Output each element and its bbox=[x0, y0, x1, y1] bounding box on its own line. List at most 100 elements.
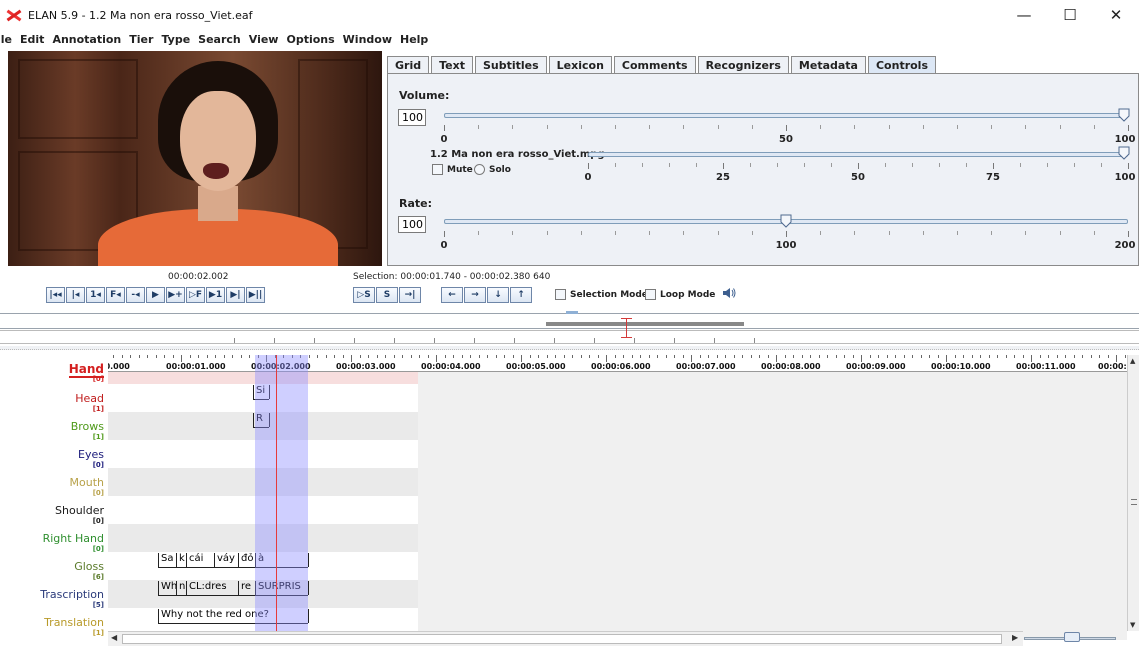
next-scrollview-button[interactable]: ▶| bbox=[226, 287, 245, 303]
tier-label-right-hand[interactable]: Right Hand [0] bbox=[43, 533, 104, 554]
go-to-selection-boundary-button[interactable]: →| bbox=[399, 287, 421, 303]
previous-annotation-button[interactable]: ← bbox=[441, 287, 463, 303]
annotation-gloss[interactable]: Sa bbox=[158, 553, 176, 567]
ruler-tick bbox=[903, 355, 905, 358]
overview-range-bar[interactable] bbox=[546, 322, 744, 326]
previous-second-button[interactable]: 1◂ bbox=[86, 287, 105, 303]
zoom-slider-thumb[interactable] bbox=[1064, 632, 1080, 642]
go-to-begin-button[interactable]: |◂◂ bbox=[46, 287, 65, 303]
close-button[interactable]: ✕ bbox=[1093, 0, 1139, 30]
annotation-transcription[interactable]: Wh bbox=[158, 581, 176, 595]
ruler-tick bbox=[521, 355, 522, 362]
menu-options[interactable]: Options bbox=[286, 33, 334, 46]
overview-ruler[interactable] bbox=[0, 330, 1139, 344]
tier-label-brows[interactable]: Brows [1] bbox=[71, 421, 104, 442]
tier-label-shoulder[interactable]: Shoulder [0] bbox=[55, 505, 104, 526]
menu-file[interactable]: ile bbox=[0, 33, 12, 46]
loop-mode-checkbox[interactable] bbox=[645, 289, 656, 300]
menu-window[interactable]: Window bbox=[343, 33, 392, 46]
volume-slider-thumb[interactable] bbox=[1118, 108, 1130, 122]
scroll-right-icon[interactable]: ▶ bbox=[1012, 633, 1018, 642]
tab-metadata[interactable]: Metadata bbox=[790, 56, 866, 73]
menu-type[interactable]: Type bbox=[161, 33, 190, 46]
menu-tier[interactable]: Tier bbox=[129, 33, 153, 46]
rate-tick-label: 200 bbox=[1114, 240, 1136, 251]
annotation-gloss[interactable]: đỏ bbox=[238, 553, 255, 567]
next-second-button[interactable]: ▶1 bbox=[206, 287, 225, 303]
menu-annotation[interactable]: Annotation bbox=[52, 33, 121, 46]
go-to-end-button[interactable]: ▶|| bbox=[246, 287, 265, 303]
media-volume-track[interactable] bbox=[588, 152, 1128, 157]
scroll-up-icon[interactable]: ▲ bbox=[1130, 357, 1138, 365]
clear-selection-button[interactable]: S bbox=[376, 287, 398, 303]
play-button[interactable]: ▶ bbox=[146, 287, 165, 303]
tier-label-head[interactable]: Head [1] bbox=[75, 393, 104, 414]
horizontal-scroll-thumb[interactable] bbox=[122, 634, 1002, 644]
menu-edit[interactable]: Edit bbox=[20, 33, 44, 46]
tab-text[interactable]: Text bbox=[431, 56, 473, 73]
volume-tick-label: 50 bbox=[779, 134, 793, 145]
speaker-icon[interactable] bbox=[722, 287, 736, 299]
mute-checkbox[interactable] bbox=[432, 164, 443, 175]
tab-lexicon[interactable]: Lexicon bbox=[548, 56, 612, 73]
next-annotation-button[interactable]: → bbox=[464, 287, 486, 303]
annotation-above-button[interactable]: ↑ bbox=[510, 287, 532, 303]
tier-label-transcription[interactable]: Trascription [5] bbox=[40, 589, 104, 610]
next-pixel-button[interactable]: ▶+ bbox=[166, 287, 185, 303]
tab-grid[interactable]: Grid bbox=[387, 56, 430, 73]
scroll-down-icon[interactable]: ▼ bbox=[1130, 621, 1138, 629]
video-viewer[interactable] bbox=[8, 51, 382, 266]
ruler-tick bbox=[1082, 355, 1083, 358]
annotation-transcription[interactable]: re bbox=[238, 581, 255, 595]
tier-label-eyes[interactable]: Eyes [0] bbox=[78, 449, 104, 470]
volume-value-field[interactable]: 100 bbox=[398, 109, 426, 126]
previous-pixel-button[interactable]: -◂ bbox=[126, 287, 145, 303]
tier-label-hand[interactable]: Hand [0] bbox=[68, 362, 104, 383]
selection-region[interactable] bbox=[255, 355, 308, 640]
menu-view[interactable]: View bbox=[249, 33, 279, 46]
tab-subtitles[interactable]: Subtitles bbox=[474, 56, 547, 73]
rate-value-field[interactable]: 100 bbox=[398, 216, 426, 233]
splitter-grip[interactable] bbox=[566, 311, 578, 314]
elan-logo-icon bbox=[6, 7, 22, 23]
annotation-gloss[interactable]: k bbox=[176, 553, 186, 567]
ruler-tick bbox=[716, 355, 718, 358]
tier-label-translation[interactable]: Translation [1] bbox=[44, 617, 104, 638]
tab-comments[interactable]: Comments bbox=[613, 56, 696, 73]
maximize-button[interactable]: ☐ bbox=[1047, 0, 1093, 30]
next-frame-button[interactable]: ▷F bbox=[186, 287, 205, 303]
annotation-transcription[interactable]: n bbox=[176, 581, 186, 595]
timeline-viewer[interactable]: 00.000 00:00:01.000 00:00:02.000 00:00:0… bbox=[108, 355, 1127, 640]
tier-label-gloss[interactable]: Gloss [6] bbox=[74, 561, 104, 582]
annotation-below-button[interactable]: ↓ bbox=[487, 287, 509, 303]
annotation-gloss[interactable]: cái bbox=[186, 553, 214, 567]
tab-controls[interactable]: Controls bbox=[867, 56, 937, 73]
scroll-grip[interactable] bbox=[1131, 499, 1137, 505]
scroll-left-icon[interactable]: ◀ bbox=[111, 633, 117, 642]
previous-frame-button[interactable]: F◂ bbox=[106, 287, 125, 303]
media-tick-label: 50 bbox=[851, 172, 865, 183]
media-volume-thumb[interactable] bbox=[1118, 146, 1130, 160]
ruler-tick bbox=[512, 355, 514, 358]
horizontal-scrollbar[interactable]: ◀ ▶ bbox=[108, 631, 1023, 646]
menu-help[interactable]: Help bbox=[400, 33, 428, 46]
ruler-tick bbox=[691, 355, 692, 362]
slider-tick bbox=[1020, 163, 1021, 167]
tier-label-mouth[interactable]: Mouth [0] bbox=[70, 477, 104, 498]
menu-search[interactable]: Search bbox=[198, 33, 241, 46]
annotation-gloss[interactable]: váy bbox=[214, 553, 238, 567]
rate-slider-thumb[interactable] bbox=[780, 214, 792, 228]
title-bar: ELAN 5.9 - 1.2 Ma non era rosso_Viet.eaf… bbox=[0, 0, 1139, 30]
minimize-button[interactable]: — bbox=[1001, 0, 1047, 30]
solo-radio[interactable] bbox=[474, 164, 485, 175]
ruler-tick bbox=[767, 355, 769, 358]
selection-mode-checkbox[interactable] bbox=[555, 289, 566, 300]
volume-slider-track[interactable] bbox=[444, 113, 1128, 118]
annotation-transcription[interactable]: CL:dres bbox=[186, 581, 238, 595]
ruler-tick bbox=[886, 355, 888, 358]
ruler-tick bbox=[1056, 355, 1058, 358]
play-selection-button[interactable]: ▷S bbox=[353, 287, 375, 303]
tab-recognizers[interactable]: Recognizers bbox=[697, 56, 789, 73]
vertical-scrollbar[interactable]: ▲ ▼ bbox=[1127, 355, 1139, 631]
previous-scrollview-button[interactable]: |◂ bbox=[66, 287, 85, 303]
